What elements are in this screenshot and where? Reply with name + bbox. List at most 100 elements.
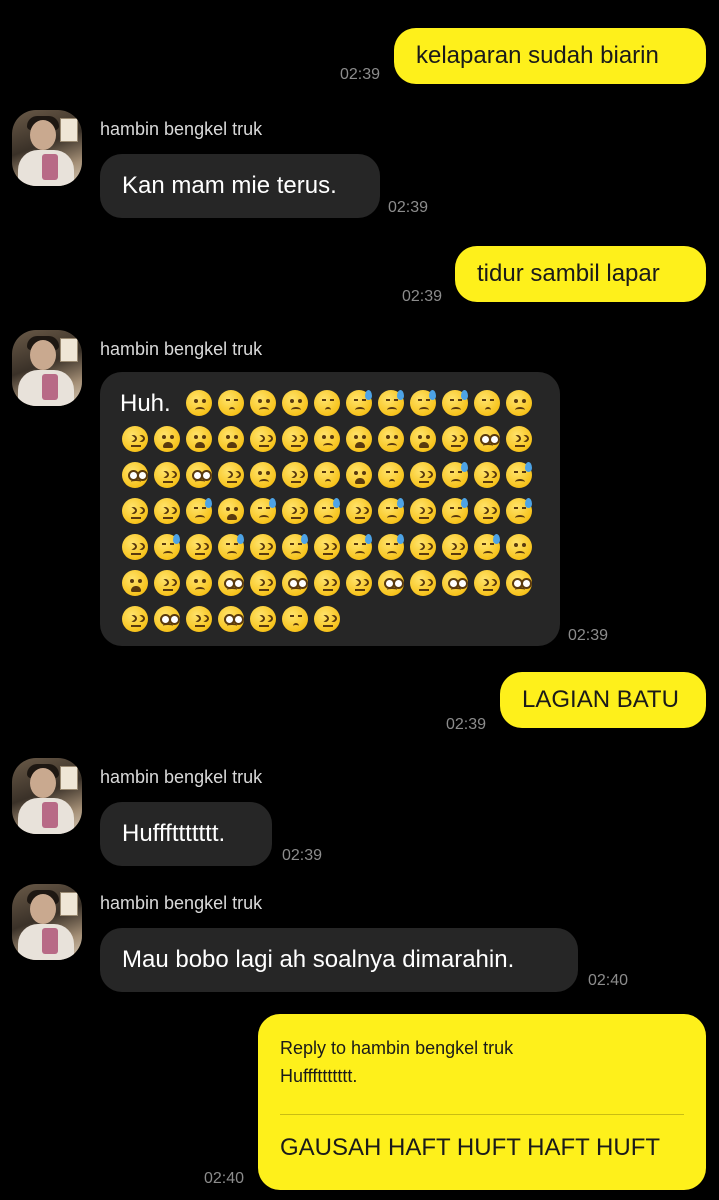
message-bubble[interactable]: Hufffttttttt.: [100, 802, 272, 866]
message-bubble[interactable]: Mau bobo lagi ah soalnya dimarahin.: [100, 928, 578, 992]
downcast-sweat-face-icon: [504, 460, 536, 492]
downcast-sweat-face-icon: [376, 496, 408, 528]
message-bubble[interactable]: Huh.: [100, 372, 560, 646]
avatar[interactable]: [12, 110, 82, 186]
confounded-face-icon: [152, 460, 184, 492]
message-text: Huh.: [120, 390, 171, 417]
downcast-sweat-face-icon: [344, 532, 376, 564]
downcast-sweat-face-icon: [440, 460, 472, 492]
reply-quoted-text[interactable]: Hufffttttttt.: [280, 1066, 357, 1087]
pleading-face-icon: [376, 568, 408, 600]
confounded-face-icon: [408, 496, 440, 528]
confounded-face-icon: [312, 604, 344, 636]
message-bubble[interactable]: LAGIAN BATU: [500, 672, 706, 728]
downcast-sweat-face-icon: [344, 388, 376, 420]
weary-face-icon: [216, 424, 248, 456]
confounded-face-icon: [184, 604, 216, 636]
confounded-face-icon: [344, 496, 376, 528]
weary-face-icon: [152, 424, 184, 456]
avatar[interactable]: [12, 330, 82, 406]
frowning-face-icon: [280, 388, 312, 420]
confounded-face-icon: [248, 532, 280, 564]
confounded-face-icon: [216, 460, 248, 492]
confounded-face-icon: [152, 568, 184, 600]
confounded-face-icon: [280, 496, 312, 528]
confounded-face-icon: [248, 604, 280, 636]
downcast-sweat-face-icon: [248, 496, 280, 528]
pleading-face-icon: [440, 568, 472, 600]
downcast-sweat-face-icon: [408, 388, 440, 420]
pensive-face-icon: [312, 388, 344, 420]
confounded-face-icon: [280, 424, 312, 456]
sender-name: hambin bengkel truk: [100, 339, 263, 359]
weary-face-icon: [344, 424, 376, 456]
confounded-face-icon: [312, 532, 344, 564]
confounded-face-icon: [408, 532, 440, 564]
frowning-face-icon: [184, 388, 216, 420]
confounded-face-icon: [120, 496, 152, 528]
frowning-face-icon: [184, 568, 216, 600]
message-bubble[interactable]: tidur sambil lapar: [455, 246, 706, 302]
frowning-face-icon: [248, 460, 280, 492]
frowning-face-icon: [504, 532, 536, 564]
message-timestamp: 02:40: [588, 972, 629, 989]
confounded-face-icon: [280, 460, 312, 492]
message-bubble[interactable]: Kan mam mie terus.: [100, 154, 380, 218]
frowning-face-icon: [376, 424, 408, 456]
message-text: GAUSAH HAFT HUFT HAFT HUFT: [280, 1134, 661, 1161]
downcast-sweat-face-icon: [376, 388, 408, 420]
pensive-face-icon: [472, 388, 504, 420]
confounded-face-icon: [408, 460, 440, 492]
confounded-face-icon: [440, 424, 472, 456]
pensive-face-icon: [280, 604, 312, 636]
confounded-face-icon: [248, 568, 280, 600]
reply-divider: [280, 1114, 684, 1115]
avatar[interactable]: [12, 758, 82, 834]
sender-name: hambin bengkel truk: [100, 767, 263, 787]
downcast-sweat-face-icon: [216, 532, 248, 564]
pleading-face-icon: [216, 604, 248, 636]
sender-name: hambin bengkel truk: [100, 893, 263, 913]
downcast-sweat-face-icon: [312, 496, 344, 528]
confounded-face-icon: [472, 460, 504, 492]
confounded-face-icon: [120, 532, 152, 564]
pensive-face-icon: [312, 460, 344, 492]
avatar[interactable]: [12, 884, 82, 960]
message-timestamp: 02:39: [402, 288, 443, 305]
confounded-face-icon: [120, 604, 152, 636]
pensive-face-icon: [376, 460, 408, 492]
weary-face-icon: [184, 424, 216, 456]
message-bubble[interactable]: Reply to hambin bengkel truk Huffftttttt…: [258, 1014, 706, 1190]
message-timestamp: 02:39: [282, 847, 323, 864]
message-timestamp: 02:39: [568, 627, 609, 644]
frowning-face-icon: [312, 424, 344, 456]
confounded-face-icon: [472, 496, 504, 528]
message-timestamp: 02:40: [204, 1170, 245, 1187]
pleading-face-icon: [152, 604, 184, 636]
confounded-face-icon: [312, 568, 344, 600]
confounded-face-icon: [120, 424, 152, 456]
message-bubble[interactable]: kelaparan sudah biarin: [394, 28, 706, 84]
confounded-face-icon: [440, 532, 472, 564]
downcast-sweat-face-icon: [376, 532, 408, 564]
pleading-face-icon: [184, 460, 216, 492]
downcast-sweat-face-icon: [440, 388, 472, 420]
weary-face-icon: [408, 424, 440, 456]
confounded-face-icon: [248, 424, 280, 456]
confounded-face-icon: [344, 568, 376, 600]
pensive-face-icon: [216, 388, 248, 420]
pleading-face-icon: [280, 568, 312, 600]
confounded-face-icon: [184, 532, 216, 564]
downcast-sweat-face-icon: [152, 532, 184, 564]
frowning-face-icon: [504, 388, 536, 420]
confounded-face-icon: [504, 424, 536, 456]
weary-face-icon: [216, 496, 248, 528]
pleading-face-icon: [504, 568, 536, 600]
pleading-face-icon: [120, 460, 152, 492]
sender-name: hambin bengkel truk: [100, 119, 263, 139]
emoji-grid: Huh.: [120, 388, 540, 636]
confounded-face-icon: [408, 568, 440, 600]
frowning-face-icon: [248, 388, 280, 420]
message-timestamp: 02:39: [340, 66, 381, 83]
downcast-sweat-face-icon: [504, 496, 536, 528]
